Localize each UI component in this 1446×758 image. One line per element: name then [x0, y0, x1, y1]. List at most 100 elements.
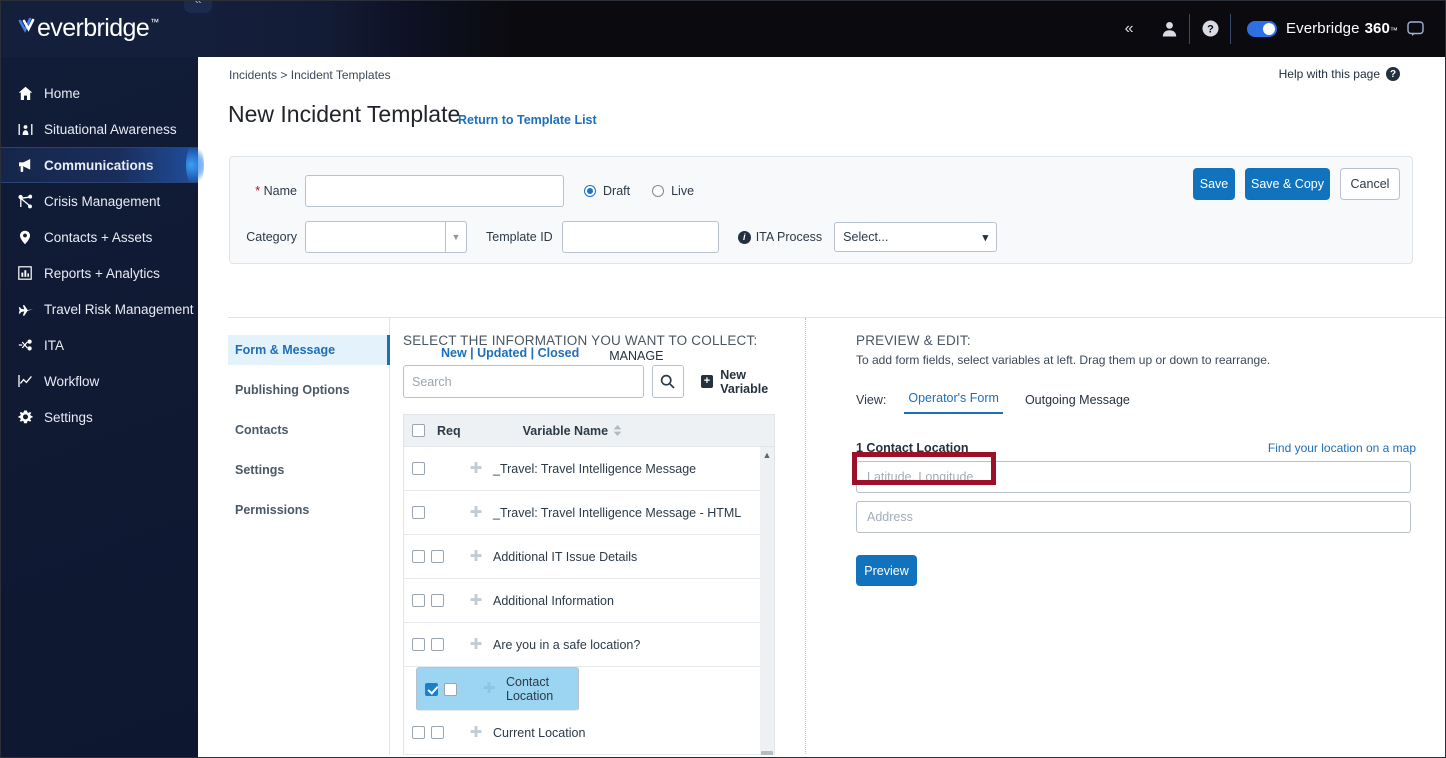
- everbridge-logo[interactable]: everbridge ™: [18, 14, 159, 43]
- row-select-checkbox[interactable]: [412, 550, 425, 563]
- status-radio-draft[interactable]: Draft: [584, 184, 630, 198]
- subnav-item-permissions[interactable]: Permissions: [228, 495, 389, 525]
- table-row-selected[interactable]: ✚ Contact Location: [416, 667, 579, 711]
- everbridge-360-toggle[interactable]: [1247, 20, 1278, 37]
- question-mark-icon: ?: [1386, 67, 1400, 81]
- help-with-this-page-link[interactable]: Help with this page ?: [1279, 67, 1400, 81]
- cancel-button[interactable]: Cancel: [1340, 168, 1400, 200]
- subnav-item-contacts[interactable]: Contacts: [228, 415, 389, 445]
- row-required-checkbox[interactable]: [431, 550, 444, 563]
- breadcrumb-current[interactable]: Incident Templates: [291, 68, 391, 82]
- status-radio-draft-label: Draft: [603, 184, 631, 198]
- table-row[interactable]: ✚ _Travel: Travel Intelligence Message -…: [404, 491, 774, 535]
- sidebar-item-ita[interactable]: ITA: [0, 327, 198, 363]
- sidebar-item-workflow[interactable]: Workflow: [0, 363, 198, 399]
- variable-list-scrollbar[interactable]: ▲: [760, 447, 774, 758]
- row-required-checkbox[interactable]: [431, 638, 444, 651]
- drag-handle-icon[interactable]: ✚: [469, 505, 483, 520]
- sidebar-item-crisis-management[interactable]: Crisis Management: [0, 183, 198, 219]
- row-select-checkbox[interactable]: [412, 726, 425, 739]
- row-select-checkbox[interactable]: [412, 462, 425, 475]
- template-subnav: Form & Message Publishing Options Contac…: [228, 318, 390, 758]
- caret-down-icon[interactable]: ▼: [445, 221, 467, 253]
- latitude-longitude-input[interactable]: [856, 461, 1411, 493]
- status-radio-live-label: Live: [671, 184, 695, 198]
- row-required-checkbox[interactable]: [444, 682, 457, 696]
- info-icon[interactable]: i: [737, 230, 751, 244]
- sidebar-label: ITA: [44, 337, 64, 353]
- name-input[interactable]: [305, 175, 564, 207]
- ita-process-selected-value: Select...: [843, 230, 889, 244]
- tab-operators-form[interactable]: Operator's Form: [904, 391, 1003, 414]
- variable-picker-panel: SELECT THE INFORMATION YOU WANT TO COLLE…: [403, 318, 795, 758]
- sidebar-item-contacts-assets[interactable]: Contacts + Assets: [0, 219, 198, 255]
- sidebar-item-reports-analytics[interactable]: Reports + Analytics: [0, 255, 198, 291]
- user-icon[interactable]: [1149, 0, 1189, 57]
- status-radio-group: Draft Live: [584, 184, 694, 198]
- select-all-checkbox[interactable]: [412, 424, 425, 437]
- category-input[interactable]: [305, 221, 445, 253]
- row-select-checkbox[interactable]: [412, 506, 425, 519]
- sidebar-item-settings[interactable]: Settings: [0, 399, 198, 435]
- tab-outgoing-message[interactable]: Outgoing Message: [1021, 393, 1134, 414]
- breadcrumb-separator: >: [280, 68, 288, 82]
- brand-logo-zone: everbridge ™ «: [0, 0, 212, 57]
- search-input[interactable]: [403, 365, 644, 398]
- subnav-item-publishing-options[interactable]: Publishing Options: [228, 375, 389, 405]
- variable-name: _Travel: Travel Intelligence Message - H…: [493, 505, 742, 520]
- breadcrumb-parent[interactable]: Incidents: [229, 68, 277, 82]
- preview-title: PREVIEW & EDIT:: [856, 333, 971, 348]
- table-row[interactable]: ✚ Are you in a safe location?: [404, 623, 774, 667]
- table-row[interactable]: ✚ Current Location: [404, 711, 774, 755]
- subnav-item-settings[interactable]: Settings: [228, 455, 389, 485]
- row-select-checkbox-checked[interactable]: [425, 682, 438, 696]
- row-select-checkbox[interactable]: [412, 594, 425, 607]
- save-and-copy-button[interactable]: Save & Copy: [1245, 168, 1330, 200]
- address-input[interactable]: [856, 501, 1411, 533]
- variable-name: Contact Location: [506, 675, 554, 703]
- table-row[interactable]: ✚ Additional IT Issue Details: [404, 535, 774, 579]
- return-to-template-list-link[interactable]: Return to Template List: [458, 113, 597, 127]
- brand-trademark: ™: [1389, 26, 1398, 35]
- row-select-checkbox[interactable]: [412, 638, 425, 651]
- drag-handle-icon[interactable]: ✚: [469, 461, 483, 476]
- form-action-buttons: Save Save & Copy Cancel: [1193, 168, 1400, 200]
- table-row[interactable]: ✚ Additional Information: [404, 579, 774, 623]
- sidebar-item-home[interactable]: Home: [0, 75, 198, 111]
- row-required-checkbox[interactable]: [431, 726, 444, 739]
- help-circle-icon[interactable]: ?: [1190, 0, 1230, 57]
- sidebar-collapse-button[interactable]: «: [184, 0, 212, 13]
- plus-square-icon: +: [700, 375, 714, 388]
- sidebar-item-communications[interactable]: Communications: [0, 143, 204, 187]
- preview-button[interactable]: Preview: [856, 555, 917, 586]
- row-select-cell: [412, 462, 431, 475]
- status-radio-live[interactable]: Live: [652, 184, 694, 198]
- drag-handle-icon[interactable]: ✚: [469, 637, 483, 652]
- template-id-input[interactable]: [561, 221, 719, 253]
- drag-handle-icon[interactable]: ✚: [469, 593, 483, 608]
- column-header-variable-name-label: Variable Name: [522, 423, 609, 438]
- sidebar-item-situational-awareness[interactable]: Situational Awareness: [0, 111, 198, 147]
- ita-process-select[interactable]: Select... ▾: [834, 222, 998, 252]
- everbridge-360-label: Everbridge 360 ™: [1286, 20, 1398, 37]
- header-collapse-icon[interactable]: «: [1109, 0, 1149, 57]
- sidebar-label: Settings: [44, 409, 93, 425]
- row-required-checkbox[interactable]: [431, 594, 444, 607]
- sidebar-item-travel-risk-management[interactable]: Travel Risk Management: [0, 291, 198, 327]
- new-variable-button[interactable]: + New Variable: [700, 368, 795, 396]
- column-header-variable-name[interactable]: Variable Name: [523, 424, 622, 438]
- search-button[interactable]: [651, 365, 684, 398]
- drag-handle-icon[interactable]: ✚: [482, 681, 496, 696]
- scroll-up-arrow-icon[interactable]: ▲: [760, 449, 774, 461]
- subnav-item-form-message[interactable]: Form & Message: [228, 335, 390, 365]
- save-button[interactable]: Save: [1193, 168, 1235, 200]
- drag-handle-icon[interactable]: ✚: [469, 725, 483, 740]
- category-combobox[interactable]: ▼: [305, 221, 467, 253]
- category-row: Category ▼ Template ID i ITA Process Sel…: [243, 221, 998, 253]
- chat-icon[interactable]: [1398, 0, 1432, 57]
- table-row[interactable]: ✚ _Travel: Travel Intelligence Message: [404, 447, 774, 491]
- find-location-on-map-link[interactable]: Find your location on a map: [1268, 441, 1416, 455]
- app-root: everbridge ™ « « ?: [0, 0, 1446, 758]
- drag-handle-icon[interactable]: ✚: [469, 549, 483, 564]
- situational-awareness-icon: [18, 122, 44, 137]
